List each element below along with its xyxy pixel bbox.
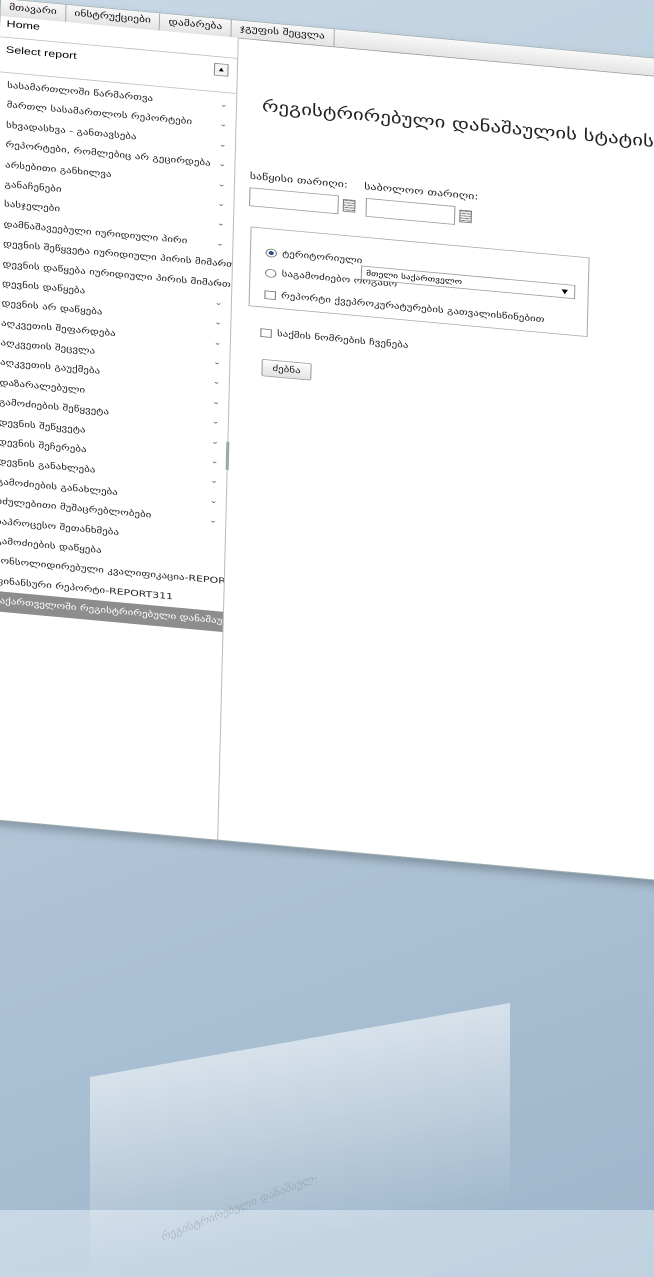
sidebar-report-label: განაჩენები [4, 179, 62, 195]
sidebar-report-label: სასჯელები [3, 199, 61, 215]
chevron-down-icon[interactable]: ⌄ [212, 373, 221, 393]
chevron-down-icon[interactable]: ⌄ [212, 393, 220, 413]
checkbox-case-numbers-control[interactable] [260, 327, 272, 338]
chevron-down-icon[interactable]: ⌄ [213, 353, 221, 373]
chevron-down-icon[interactable]: ⌄ [216, 214, 225, 234]
radio-territory-control[interactable] [265, 247, 278, 258]
sidebar-report-label: დევნის განახლება [0, 457, 96, 476]
app-stage: მთავარი ინსტრუქციები დამარება ჯგუფის შეც… [0, 0, 654, 1004]
reflection-text: რეგისტრირებული დანაშაულ- [160, 1170, 319, 1244]
chevron-down-icon[interactable]: ⌄ [218, 135, 227, 155]
sidebar-report-label: დევნის შეწყვეტა [0, 417, 86, 435]
chevron-down-icon[interactable]: ⌄ [216, 234, 224, 254]
chevron-down-icon[interactable]: ⌄ [214, 294, 223, 314]
chevron-down-icon[interactable]: ⌄ [209, 511, 217, 531]
checkbox-prosecutors[interactable]: რეპორტი ქვეპროკურატურების გათვალისწინები… [264, 289, 545, 325]
checkbox-case-numbers[interactable]: საქმის ნომრების ჩვენება [260, 327, 409, 351]
report-options-box: ტერიტორიული საგამოძიებო ორგანო მთელი საქ… [248, 226, 590, 338]
checkbox-prosecutors-control[interactable] [264, 289, 277, 300]
end-date-input[interactable] [365, 197, 456, 225]
chevron-down-icon[interactable]: ⌄ [209, 492, 218, 512]
radio-territory-label: ტერიტორიული [282, 248, 363, 266]
select-report-label: Select report [5, 43, 77, 62]
chevron-down-icon[interactable]: ⌄ [210, 472, 218, 492]
start-date-label: საწყისი თარიღი: [249, 170, 349, 191]
chevron-down-icon[interactable]: ⌄ [217, 195, 225, 215]
sidebar: Home Select report ▲ სასამართლოში წარმარ… [0, 16, 239, 840]
checkbox-prosecutors-label: რეპორტი ქვეპროკურატურების გათვალისწინები… [281, 291, 545, 325]
sidebar-report-label: დევნის დაწყება [1, 278, 86, 296]
chevron-down-icon[interactable]: ▼ [561, 285, 568, 300]
radio-territory[interactable]: ტერიტორიული [265, 247, 363, 266]
radio-investigative-control[interactable] [264, 268, 277, 278]
chevron-down-icon[interactable]: ⌄ [220, 95, 228, 115]
search-button[interactable]: ძებნა [261, 358, 312, 381]
start-date-input[interactable] [249, 187, 339, 215]
sidebar-report-label: აღკვეთის შეცვლა [0, 338, 96, 357]
collapse-icon[interactable]: ▲ [213, 62, 229, 77]
app-window: მთავარი ინსტრუქციები დამარება ჯგუფის შეც… [0, 0, 654, 882]
chevron-down-icon[interactable]: ⌄ [215, 254, 224, 274]
chevron-down-icon[interactable]: ⌄ [218, 155, 226, 175]
sidebar-report-label: დევნის შეჩერება [0, 437, 87, 455]
chevron-down-icon[interactable]: ⌄ [215, 274, 223, 294]
sidebar-report-label: დაზარალებული [0, 377, 86, 395]
chevron-down-icon[interactable]: ⌄ [211, 412, 220, 432]
chevron-down-icon[interactable]: ⌄ [217, 175, 226, 195]
window-reflection: რეგისტრირებული დანაშაულ- [90, 1002, 510, 1277]
region-select[interactable]: მთელი საქართველო ▼ [360, 265, 576, 300]
chevron-down-icon[interactable]: ⌄ [210, 452, 219, 472]
end-date-calendar-icon[interactable] [459, 209, 472, 224]
start-date-calendar-icon[interactable] [342, 198, 356, 213]
chevron-down-icon[interactable]: ⌄ [213, 333, 222, 353]
page-title: რეგისტრირებული დანაშაულის სტატისტიკა [261, 96, 654, 155]
chevron-down-icon[interactable]: ⌄ [219, 115, 227, 135]
report-list: სასამართლოში წარმართვა ⌄ მართლ სასამართლოს… [0, 72, 236, 632]
chevron-down-icon[interactable]: ⌄ [214, 313, 222, 333]
checkbox-case-numbers-label: საქმის ნომრების ჩვენება [276, 329, 409, 351]
main-panel: რეგისტრირებული დანაშაულის სტატისტიკა საწ… [218, 38, 654, 881]
chevron-down-icon[interactable]: ⌄ [211, 432, 219, 452]
